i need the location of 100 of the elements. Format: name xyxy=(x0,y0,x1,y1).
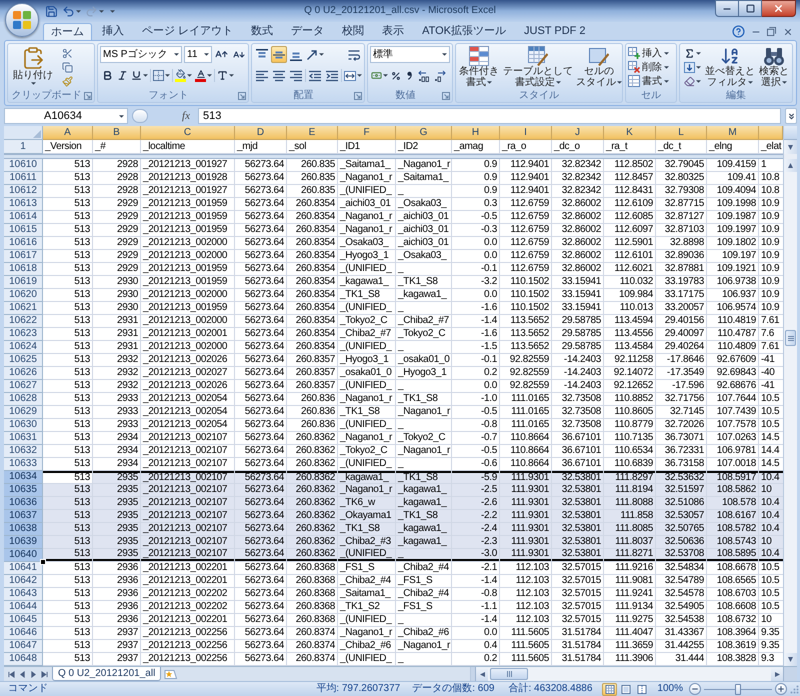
zoom-level-button[interactable]: 100% xyxy=(657,683,683,695)
format-cells-button[interactable]: 書式 xyxy=(628,74,669,88)
borders-button[interactable] xyxy=(152,67,171,84)
row-header[interactable]: 10620 xyxy=(4,289,43,302)
row-header[interactable]: 10648 xyxy=(4,653,43,666)
column-header[interactable]: D xyxy=(235,126,287,140)
row-header[interactable]: 10638 xyxy=(4,523,43,536)
zoom-slider-track[interactable] xyxy=(704,684,772,694)
ribbon-tab[interactable]: 挿入 xyxy=(94,23,132,40)
row-header[interactable]: 10630 xyxy=(4,419,43,432)
format-as-table-button[interactable]: テーブルとして 書式設定 xyxy=(502,46,574,89)
row-header[interactable]: 10639 xyxy=(4,536,43,549)
dialog-launcher-button[interactable] xyxy=(238,92,246,100)
row-header[interactable]: 10621 xyxy=(4,302,43,315)
row-header[interactable]: 10627 xyxy=(4,380,43,393)
row-header[interactable]: 10616 xyxy=(4,237,43,250)
column-header[interactable]: M xyxy=(707,126,759,140)
row-header[interactable]: 10610 xyxy=(4,159,43,172)
font-color-button[interactable] xyxy=(194,67,213,84)
column-header[interactable]: F xyxy=(338,126,396,140)
row-header[interactable]: 10640 xyxy=(4,549,43,562)
delete-cells-button[interactable]: 削除 xyxy=(628,60,669,74)
ribbon-tab[interactable]: 表示 xyxy=(374,23,412,40)
ribbon-tab[interactable]: ATOK拡張ツール xyxy=(414,23,514,40)
scroll-down-button[interactable] xyxy=(784,140,797,154)
row-header[interactable]: 10644 xyxy=(4,601,43,614)
row-header[interactable]: 10629 xyxy=(4,406,43,419)
dialog-launcher-button[interactable] xyxy=(84,92,92,100)
clear-button[interactable] xyxy=(682,74,702,88)
conditional-formatting-button[interactable]: 条件付き 書式 xyxy=(458,46,500,89)
row-header[interactable]: 10623 xyxy=(4,328,43,341)
row-header[interactable]: 10633 xyxy=(4,458,43,471)
font-name-field[interactable]: MS Pゴシック xyxy=(100,46,182,63)
maximize-button[interactable] xyxy=(739,0,762,17)
row-header[interactable]: 10642 xyxy=(4,575,43,588)
ribbon-tab[interactable]: 校閲 xyxy=(334,23,372,40)
column-header[interactable]: B xyxy=(93,126,141,140)
row-header[interactable]: 10641 xyxy=(4,562,43,575)
column-header[interactable]: K xyxy=(604,126,656,140)
insert-function-button[interactable]: fx xyxy=(178,108,194,124)
row-header[interactable]: 10645 xyxy=(4,614,43,627)
zoom-slider-thumb[interactable] xyxy=(735,684,741,694)
row-header[interactable]: 10635 xyxy=(4,484,43,497)
column-header[interactable]: L xyxy=(656,126,707,140)
formula-field[interactable]: 513 xyxy=(198,108,781,124)
column-header[interactable]: C xyxy=(141,126,235,140)
row-header[interactable]: 10634 xyxy=(4,471,43,484)
help-button[interactable] xyxy=(732,25,745,38)
row-header[interactable]: 10626 xyxy=(4,367,43,380)
ribbon-tab[interactable]: ページ レイアウト xyxy=(134,23,242,40)
row-header[interactable]: 10613 xyxy=(4,198,43,211)
row-header[interactable]: 10615 xyxy=(4,224,43,237)
row-header[interactable]: 10611 xyxy=(4,172,43,185)
column-header[interactable]: I xyxy=(500,126,552,140)
row-header[interactable]: 10643 xyxy=(4,588,43,601)
row-header[interactable]: 10624 xyxy=(4,341,43,354)
scroll-down-button[interactable] xyxy=(784,653,797,666)
row-header[interactable]: 10636 xyxy=(4,497,43,510)
row-header[interactable]: 10617 xyxy=(4,250,43,263)
normal-view-button[interactable] xyxy=(602,682,618,696)
insert-cells-button[interactable]: 挿入 xyxy=(628,46,669,60)
font-size-field[interactable]: 11 xyxy=(184,46,212,63)
zoom-out-button[interactable] xyxy=(689,683,701,695)
row-header[interactable]: 10622 xyxy=(4,315,43,328)
scrollbar-thumb[interactable] xyxy=(785,330,796,346)
scrollbar-thumb[interactable] xyxy=(490,668,528,680)
dialog-launcher-button[interactable] xyxy=(442,92,450,100)
fill-color-button[interactable] xyxy=(174,67,193,84)
ribbon-tab[interactable]: データ xyxy=(283,23,332,40)
expand-formula-button[interactable] xyxy=(785,108,797,124)
office-button[interactable] xyxy=(5,3,39,37)
row-header[interactable]: 10646 xyxy=(4,627,43,640)
paste-button[interactable]: 貼り付け xyxy=(10,46,56,88)
minimize-button[interactable] xyxy=(715,0,739,17)
dialog-launcher-button[interactable] xyxy=(354,92,362,100)
row-header[interactable]: 10618 xyxy=(4,263,43,276)
row-header[interactable]: 10619 xyxy=(4,276,43,289)
column-header[interactable]: G xyxy=(396,126,452,140)
column-header[interactable]: A xyxy=(43,126,93,140)
ribbon-tab[interactable]: JUST PDF 2 xyxy=(516,23,594,40)
formula-bar-resize-handle[interactable] xyxy=(132,109,148,123)
row-header[interactable]: 10637 xyxy=(4,510,43,523)
row-header[interactable]: 10625 xyxy=(4,354,43,367)
save-button[interactable] xyxy=(44,3,59,19)
row-header[interactable]: 10631 xyxy=(4,432,43,445)
fill-button[interactable] xyxy=(682,60,702,74)
column-header[interactable]: J xyxy=(552,126,604,140)
row-header[interactable]: 10628 xyxy=(4,393,43,406)
scroll-up-button[interactable] xyxy=(784,159,797,172)
column-header[interactable]: E xyxy=(287,126,338,140)
row-header[interactable]: 10612 xyxy=(4,185,43,198)
row-header[interactable]: 10647 xyxy=(4,640,43,653)
restore-button[interactable] xyxy=(766,26,777,37)
row-header[interactable]: 10632 xyxy=(4,445,43,458)
cell-styles-button[interactable]: セルの スタイル xyxy=(576,46,622,89)
fill-handle[interactable] xyxy=(40,559,46,565)
scroll-right-button[interactable] xyxy=(771,667,783,681)
find-select-button[interactable]: 検索と 選択 xyxy=(758,46,790,89)
ribbon-tab[interactable]: ホーム xyxy=(43,23,92,40)
name-box[interactable]: A10634 xyxy=(4,108,128,124)
